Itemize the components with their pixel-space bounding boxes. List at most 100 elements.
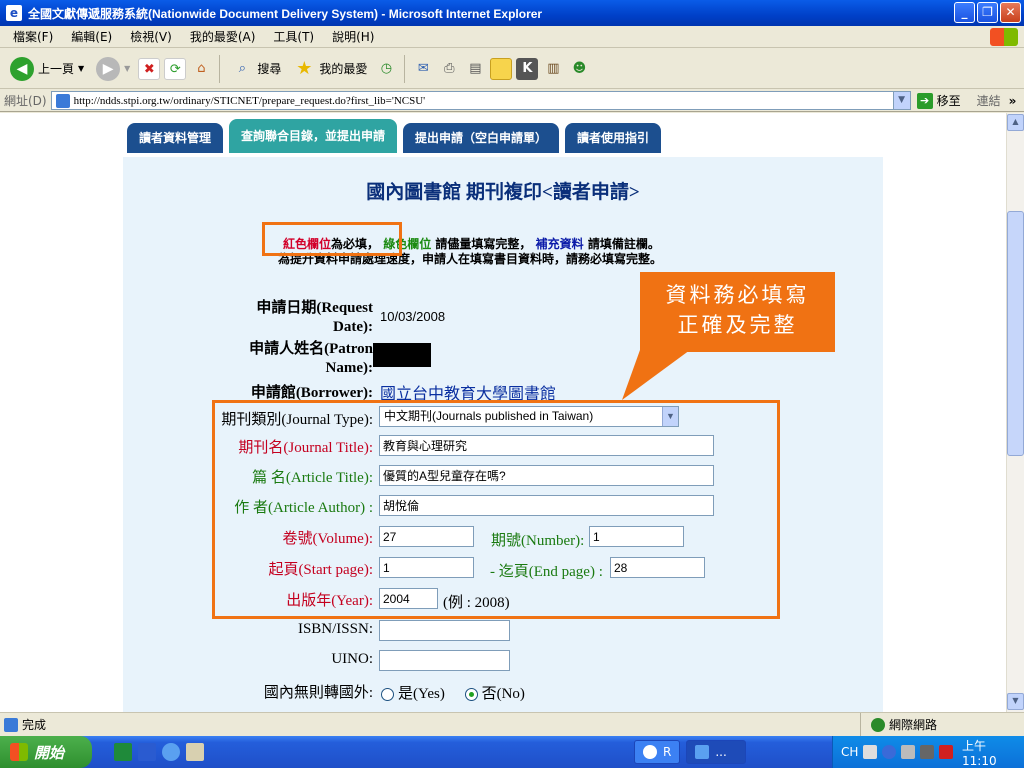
taskbar: 開始 R ... CH 上午 11:10: [0, 736, 1024, 768]
mail-icon[interactable]: ✉: [412, 58, 434, 80]
search-button[interactable]: ⌕ 搜尋: [227, 56, 285, 82]
back-arrow-icon: ◀: [10, 56, 34, 81]
links-chevron-icon[interactable]: »: [1009, 94, 1017, 108]
forward-button[interactable]: ▶ ▼: [92, 55, 134, 83]
refresh-icon[interactable]: ⟳: [164, 57, 187, 80]
annotation-callout-tail: [622, 350, 690, 400]
discuss-icon[interactable]: [490, 57, 513, 80]
menu-file[interactable]: 檔案(F): [4, 28, 62, 45]
forward-dropdown-icon[interactable]: ▼: [124, 64, 130, 73]
scroll-up-icon[interactable]: ▲: [1007, 114, 1024, 131]
keyboard-icon[interactable]: [863, 745, 878, 759]
tab-user-guide[interactable]: 讀者使用指引: [565, 123, 662, 153]
word-icon[interactable]: [138, 743, 156, 761]
print-icon[interactable]: ⎙: [438, 58, 460, 80]
scroll-down-icon[interactable]: ▼: [1007, 693, 1024, 710]
volume-icon[interactable]: [920, 745, 935, 759]
ie-icon[interactable]: [162, 743, 180, 761]
system-tray: CH 上午 11:10: [832, 736, 1024, 768]
notice-fill: 請儘量填寫完整，: [435, 237, 532, 251]
tray-expand-icon[interactable]: [882, 745, 897, 759]
transfer-options: 是(Yes) 否(No): [381, 682, 525, 703]
start-button[interactable]: 開始: [0, 736, 92, 768]
go-arrow-icon: ➔: [916, 92, 933, 109]
request-date-label-line2: Date):: [333, 319, 373, 335]
favorites-label: 我的最愛: [319, 62, 368, 76]
annotation-callout: 資料務必填寫 正確及完整: [640, 272, 835, 352]
taskbar-item-r[interactable]: R: [634, 740, 681, 764]
go-label: 移至: [936, 94, 961, 108]
clock: 上午 11:10: [962, 738, 997, 768]
taskbar-item-ie[interactable]: ...: [686, 740, 747, 764]
address-label: 網址(D): [4, 94, 47, 108]
close-button[interactable]: ✕: [1000, 2, 1021, 23]
favorites-button[interactable]: ★ 我的最愛: [289, 56, 371, 82]
transfer-no-label: 否(No): [481, 686, 525, 702]
search-icon: ⌕: [238, 60, 246, 76]
home-icon[interactable]: ⌂: [190, 58, 212, 80]
tab-blank-request[interactable]: 提出申請（空白申請單）: [403, 123, 560, 153]
messenger-icon[interactable]: ☻: [568, 58, 590, 80]
transfer-no-radio[interactable]: [464, 688, 478, 702]
globe-icon: [871, 717, 885, 732]
address-input[interactable]: http://ndds.stpi.org.tw/ordinary/STICNET…: [50, 91, 911, 110]
search-label: 搜尋: [257, 62, 282, 76]
address-url[interactable]: http://ndds.stpi.org.tw/ordinary/STICNET…: [74, 95, 426, 107]
antivirus-icon[interactable]: [939, 745, 954, 759]
tab-union-catalog[interactable]: 查詢聯合目錄，並提出申請: [229, 119, 398, 153]
request-date-label-line1: 申請日期(Request: [256, 300, 373, 316]
annotation-line1: 資料務必填寫: [665, 283, 810, 307]
transfer-yes-label: 是(Yes): [398, 686, 445, 702]
network-icon[interactable]: [901, 745, 916, 759]
minimize-button[interactable]: _: [954, 2, 975, 23]
toolbar-separator: [404, 54, 406, 83]
patron-name-label-line2: Name):: [325, 360, 373, 376]
tab-reader-management[interactable]: 讀者資料管理: [127, 123, 224, 153]
menu-edit[interactable]: 編輯(E): [62, 28, 121, 45]
isbn-input[interactable]: [379, 620, 510, 641]
required-highlight-box: [262, 222, 402, 256]
page-done-icon: [4, 717, 18, 732]
patron-name-label: 申請人姓名(Patron Name):: [123, 340, 373, 378]
task-app-icon: [643, 745, 657, 759]
form-highlight-box: [212, 400, 780, 619]
menu-tools[interactable]: 工具(T): [264, 28, 323, 45]
isbn-label: ISBN/ISSN:: [297, 621, 373, 637]
excel-icon[interactable]: [114, 743, 132, 761]
k-icon[interactable]: K: [516, 57, 539, 80]
address-bar: 網址(D) http://ndds.stpi.org.tw/ordinary/S…: [0, 90, 1024, 112]
address-dropdown-icon[interactable]: ▼: [892, 92, 910, 109]
status-bar: 完成 網際網路: [0, 712, 1024, 736]
go-button[interactable]: ➔ 移至: [916, 92, 961, 109]
menu-bar: 檔案(F) 編輯(E) 檢視(V) 我的最愛(A) 工具(T) 說明(H): [0, 26, 1024, 48]
links-button[interactable]: 連結: [977, 92, 1001, 109]
history-icon[interactable]: ◷: [375, 58, 397, 80]
window-controls: _ ❐ ✕: [954, 2, 1021, 23]
scroll-thumb[interactable]: [1007, 211, 1024, 456]
desktop-icon[interactable]: [186, 743, 204, 761]
star-icon: ★: [296, 57, 313, 79]
research-icon[interactable]: ▥: [542, 58, 564, 80]
back-button[interactable]: ◀ 上一頁 ▼: [6, 55, 88, 83]
nav-tabs: 讀者資料管理 查詢聯合目錄，並提出申請 提出申請（空白申請單） 讀者使用指引: [127, 119, 662, 153]
notice-supplement: 補充資料: [535, 237, 584, 251]
page-icon: [55, 93, 70, 108]
patron-name-redacted: [373, 343, 431, 367]
notice-remark: 請填備註欄。: [587, 237, 660, 251]
language-indicator[interactable]: CH: [841, 745, 858, 759]
borrower-label: 申請館(Borrower):: [250, 385, 373, 401]
back-label: 上一頁: [38, 62, 75, 76]
page-scrollbar[interactable]: ▲ ▼: [1006, 113, 1024, 712]
stop-icon[interactable]: ✖: [138, 57, 161, 80]
transfer-yes-radio[interactable]: [381, 688, 394, 702]
menu-help[interactable]: 說明(H): [323, 28, 383, 45]
menu-view[interactable]: 檢視(V): [121, 28, 181, 45]
back-dropdown-icon[interactable]: ▼: [78, 64, 84, 73]
uino-input[interactable]: [379, 650, 510, 671]
windows-flag-icon: [990, 28, 1018, 46]
edit-icon[interactable]: ▤: [464, 58, 486, 80]
task-ie-label: ...: [715, 745, 727, 759]
request-date-value: 10/03/2008: [380, 309, 446, 324]
menu-favorites[interactable]: 我的最愛(A): [181, 28, 265, 45]
restore-button[interactable]: ❐: [977, 2, 998, 23]
